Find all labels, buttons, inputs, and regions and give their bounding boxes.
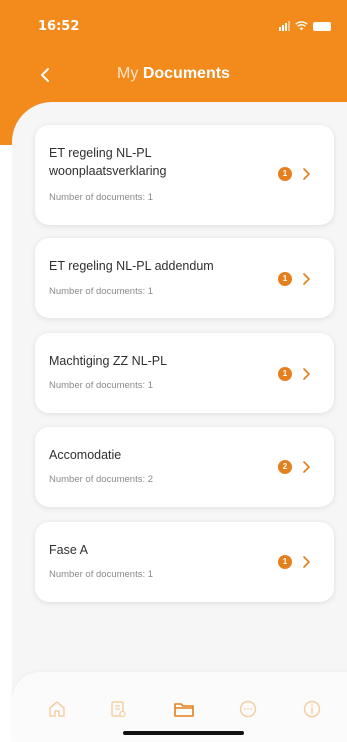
home-indicator[interactable]: [123, 731, 244, 735]
status-bar: 16:52: [0, 0, 347, 40]
chevron-right-icon: [303, 368, 310, 380]
chat-icon: [239, 700, 257, 718]
tab-info[interactable]: [300, 697, 324, 721]
document-card-subtitle: Number of documents: 1: [49, 192, 154, 203]
document-card[interactable]: ET regeling NL-PL woonplaatsverklaring N…: [35, 125, 334, 225]
chevron-right-icon: [303, 168, 310, 180]
document-count-badge: 1: [278, 167, 292, 181]
document-card-title: ET regeling NL-PL addendum: [49, 259, 214, 273]
document-count-badge: 1: [278, 367, 292, 381]
tab-chat[interactable]: [236, 697, 260, 721]
chevron-right-icon: [303, 461, 310, 473]
document-card-subtitle: Number of documents: 1: [49, 380, 154, 391]
page-title-main: Documents: [142, 65, 230, 82]
document-card[interactable]: Accomodatie Number of documents: 2 2: [35, 427, 334, 507]
document-count-badge: 1: [278, 555, 292, 569]
tab-document-list[interactable]: [106, 697, 130, 721]
chevron-right-icon: [303, 273, 310, 285]
battery-icon: [313, 21, 331, 31]
tab-home[interactable]: [45, 697, 69, 721]
navigation-bar: My Documents: [0, 58, 347, 92]
status-time: 16:52: [38, 19, 80, 34]
document-count-badge: 1: [278, 272, 292, 286]
document-card-subtitle: Number of documents: 1: [49, 286, 154, 297]
document-card-subtitle: Number of documents: 2: [49, 474, 154, 485]
folder-icon: [174, 703, 194, 717]
document-card-title: Fase A: [49, 543, 88, 557]
chevron-right-icon: [303, 556, 310, 568]
document-card[interactable]: Fase A Number of documents: 1 1: [35, 522, 334, 602]
status-icons: [279, 20, 331, 32]
page-title-prefix: My: [117, 65, 143, 82]
page-title: My Documents: [0, 65, 347, 83]
document-count-badge: 2: [278, 460, 292, 474]
info-icon: [303, 700, 321, 718]
document-card-title: Machtiging ZZ NL-PL: [49, 354, 168, 368]
home-icon: [49, 701, 65, 717]
document-card[interactable]: Machtiging ZZ NL-PL Number of documents:…: [35, 333, 334, 413]
document-card-title: Accomodatie: [49, 448, 122, 462]
signal-icon: [279, 21, 290, 31]
document-card-title: ET regeling NL-PL woonplaatsverklaring: [49, 146, 167, 178]
document-card-subtitle: Number of documents: 1: [49, 569, 154, 580]
wifi-icon: [295, 21, 308, 31]
tab-folder[interactable]: [172, 697, 196, 721]
documents-list-icon: [111, 701, 126, 718]
document-card[interactable]: ET regeling NL-PL addendum Number of doc…: [35, 238, 334, 318]
